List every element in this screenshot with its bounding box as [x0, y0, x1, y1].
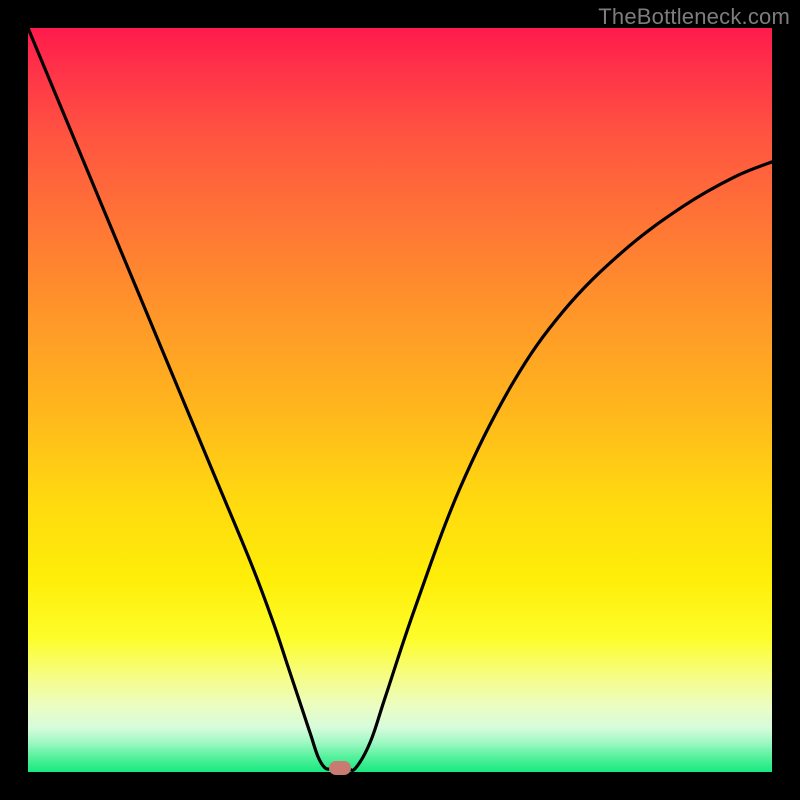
optimum-marker: [329, 761, 351, 775]
curve-svg: [28, 28, 772, 772]
plot-area: [28, 28, 772, 772]
chart-frame: TheBottleneck.com: [0, 0, 800, 800]
watermark-text: TheBottleneck.com: [598, 4, 790, 30]
bottleneck-curve: [28, 28, 772, 770]
